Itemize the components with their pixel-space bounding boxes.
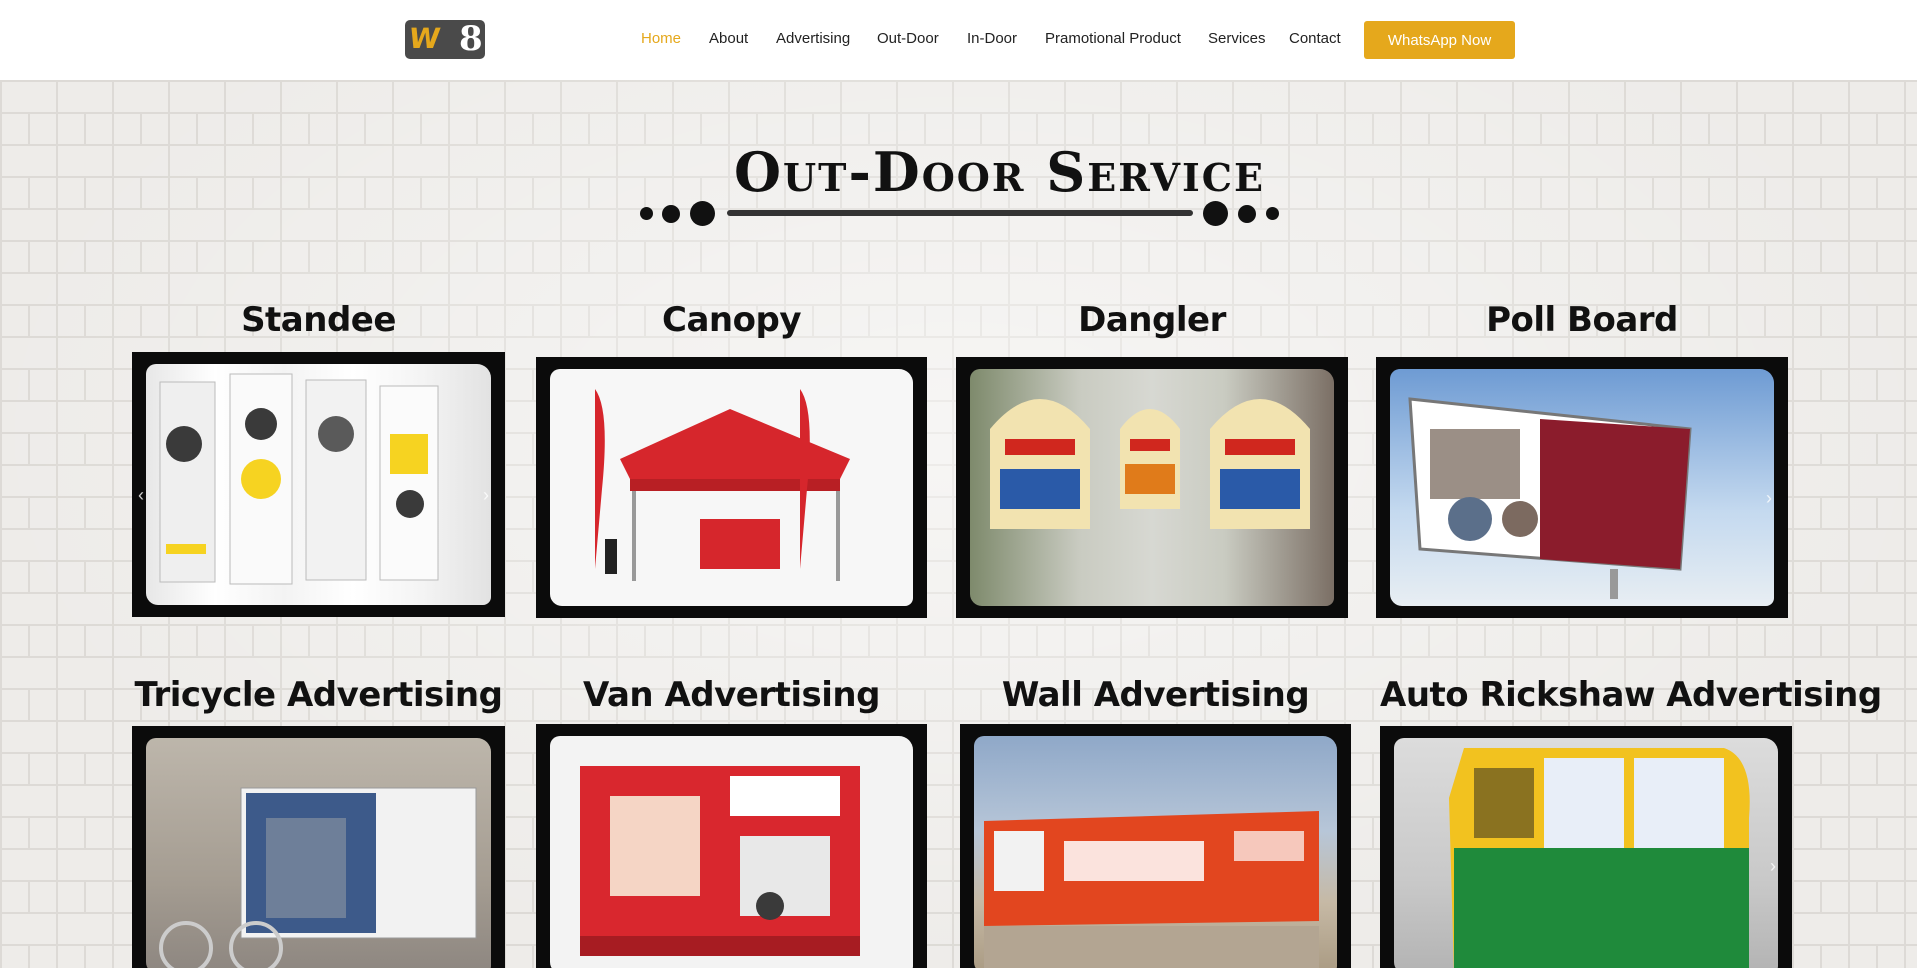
card-standee[interactable]: Standee ‹ › (132, 300, 505, 620)
card-image[interactable]: ‹ › (132, 352, 505, 617)
section-title: Out-Door Service (734, 140, 1265, 204)
card-image[interactable] (956, 357, 1348, 618)
chevron-left-icon[interactable]: ‹ (138, 485, 154, 505)
card-dangler[interactable]: Dangler (956, 300, 1348, 620)
card-image[interactable] (960, 724, 1351, 968)
card-title: Wall Advertising (1001, 675, 1310, 715)
nav-advertising[interactable]: Advertising (776, 30, 850, 47)
card-wall-advertising[interactable]: Wall Advertising (960, 675, 1351, 968)
card-auto-rickshaw-advertising[interactable]: Auto Rickshaw Advertising › (1380, 675, 1882, 968)
card-title: Van Advertising (583, 675, 880, 715)
card-title: Tricycle Advertising (134, 675, 503, 715)
whatsapp-now-button[interactable]: WhatsApp Now (1364, 21, 1515, 59)
nav-home[interactable]: Home (641, 30, 681, 47)
nav-services[interactable]: Services (1208, 30, 1266, 47)
nav-about[interactable]: About (709, 30, 748, 47)
card-title: Canopy (662, 300, 801, 340)
card-title: Standee (241, 300, 396, 340)
chevron-right-icon[interactable]: › (483, 485, 499, 505)
logo-8-glyph: 8 (459, 20, 483, 59)
card-title: Poll Board (1486, 300, 1678, 340)
card-poll-board[interactable]: Poll Board › (1376, 300, 1788, 620)
site-header: W 8 Home About Advertising Out-Door In-D… (0, 0, 1917, 80)
logo-w-glyph: W (406, 22, 440, 55)
site-logo[interactable]: W 8 (405, 20, 485, 59)
nav-contact[interactable]: Contact (1289, 30, 1341, 47)
nav-in-door[interactable]: In-Door (967, 30, 1017, 47)
chevron-right-icon[interactable]: › (1766, 488, 1782, 508)
card-image[interactable] (536, 724, 927, 968)
card-image[interactable]: › (1380, 726, 1792, 968)
card-tricycle-advertising[interactable]: Tricycle Advertising (132, 675, 505, 968)
card-image[interactable] (536, 357, 927, 618)
card-canopy[interactable]: Canopy (536, 300, 927, 620)
nav-out-door[interactable]: Out-Door (877, 30, 939, 47)
title-divider (640, 198, 1280, 228)
card-image[interactable]: › (1376, 357, 1788, 618)
card-image[interactable] (132, 726, 505, 968)
card-title: Dangler (1078, 300, 1226, 340)
nav-promotional-product[interactable]: Pramotional Product (1045, 30, 1181, 47)
card-title: Auto Rickshaw Advertising (1380, 675, 1882, 715)
chevron-right-icon[interactable]: › (1770, 856, 1786, 876)
card-van-advertising[interactable]: Van Advertising (536, 675, 927, 968)
